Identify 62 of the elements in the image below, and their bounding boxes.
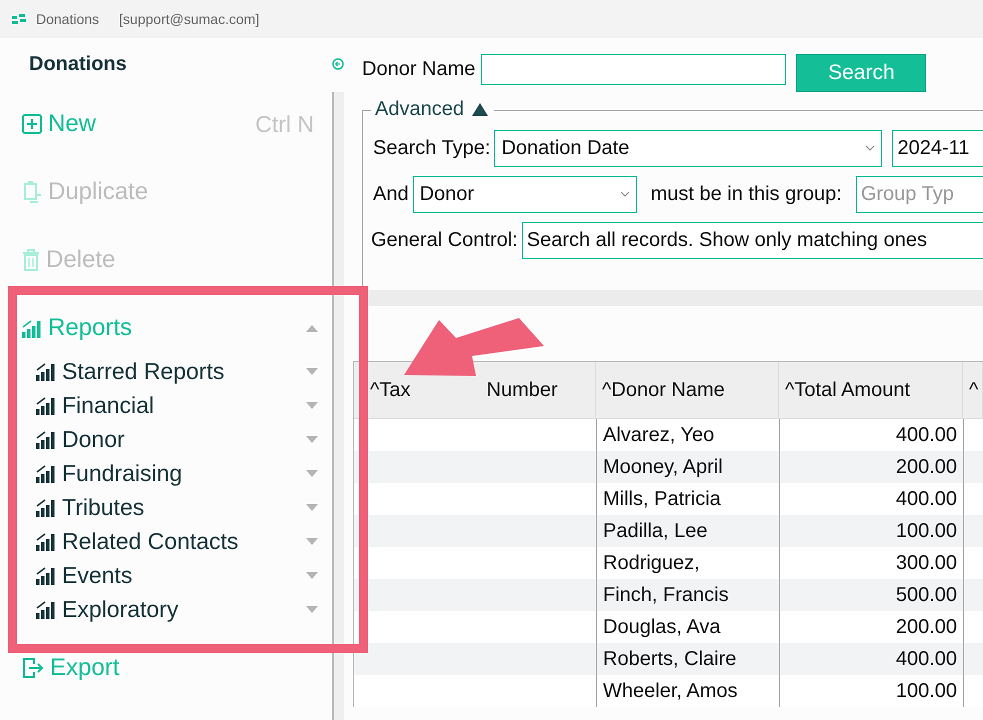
bar-chart-icon <box>36 463 56 483</box>
bar-chart-icon <box>36 497 56 517</box>
window-title: Donations <box>36 11 100 27</box>
table-row[interactable]: Finch, Francis 500.00 <box>354 579 983 611</box>
column-header[interactable]: Number <box>486 378 558 402</box>
splitter[interactable] <box>332 92 344 720</box>
table-row[interactable]: Roberts, Claire 400.00 <box>354 643 983 675</box>
add-icon <box>22 114 42 134</box>
column-header[interactable]: ^Total Amount <box>785 378 910 402</box>
field-label: Donor Name <box>362 58 476 81</box>
bar-chart-icon <box>36 361 56 381</box>
sidebar-title: Donations <box>28 52 128 76</box>
report-category[interactable]: Exploratory <box>36 596 178 622</box>
caret-icon[interactable] <box>306 504 318 510</box>
report-category[interactable]: Starred Reports <box>36 358 224 384</box>
horizontal-scrollbar[interactable] <box>367 290 983 306</box>
chevron-icon <box>865 145 876 151</box>
account-email: [support@sumac.com] <box>119 11 260 27</box>
general-control-field[interactable]: Search all records. Show only matching ones <box>522 222 983 258</box>
table-cell: 100.00 <box>779 675 963 707</box>
field-label: General Control: <box>371 228 518 252</box>
report-category[interactable]: Related Contacts <box>36 528 238 554</box>
copy-icon <box>22 181 42 203</box>
bar-chart-icon <box>36 565 56 585</box>
field-label: must be in this group: <box>650 182 842 206</box>
column-header[interactable]: ^Donor Name <box>602 378 725 402</box>
caret-icon[interactable] <box>306 538 318 544</box>
caret-icon[interactable] <box>306 470 318 476</box>
bar-chart-icon <box>36 599 56 619</box>
caret-icon[interactable] <box>306 606 318 612</box>
bar-chart-icon <box>22 318 42 338</box>
column-header[interactable]: ^Tax <box>370 378 411 402</box>
chevron-icon <box>620 191 630 197</box>
collapse-icon[interactable] <box>332 58 344 70</box>
bar-chart-icon <box>36 395 56 415</box>
donor-name-field[interactable] <box>481 54 786 85</box>
column-header[interactable]: ^ <box>969 378 978 402</box>
search-type-dropdown[interactable]: Donation Date <box>494 130 882 166</box>
table-row[interactable]: Mooney, April 200.00 <box>354 451 983 483</box>
bar-chart-icon <box>36 429 56 449</box>
report-category[interactable]: Financial <box>36 392 154 418</box>
app-logo-icon <box>12 14 26 24</box>
field-label: Search Type: <box>373 136 490 160</box>
field-label: And <box>373 182 409 206</box>
caret-icon[interactable] <box>306 402 318 408</box>
report-category[interactable]: Donor <box>36 426 125 452</box>
trash-icon <box>22 249 40 271</box>
shortcut-label: Ctrl N <box>255 110 314 138</box>
bar-chart-icon <box>36 531 56 551</box>
triangle-icon <box>472 103 488 116</box>
caret-icon[interactable] <box>306 572 318 578</box>
date-field[interactable]: 2024-11 <box>892 130 983 166</box>
export-icon <box>22 657 44 679</box>
report-category[interactable]: Events <box>36 562 132 588</box>
group-kind-dropdown[interactable]: Donor <box>412 176 637 212</box>
caret-icon[interactable] <box>306 436 318 442</box>
report-category[interactable]: Fundraising <box>36 460 182 486</box>
caret-icon[interactable] <box>306 324 318 332</box>
report-category[interactable]: Tributes <box>36 494 144 520</box>
table-row[interactable]: Padilla, Lee 100.00 <box>354 515 983 547</box>
caret-icon[interactable] <box>306 368 318 374</box>
table-cell: Wheeler, Amos <box>596 675 779 707</box>
